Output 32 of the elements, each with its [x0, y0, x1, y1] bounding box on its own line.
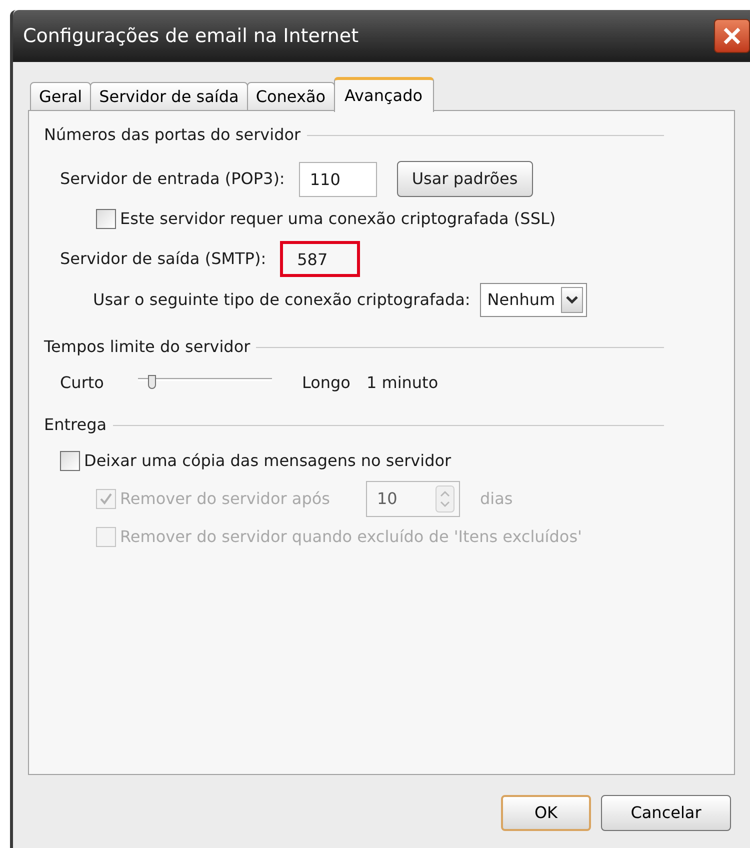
checkbox[interactable] — [96, 209, 116, 229]
port-input[interactable]: 110 — [298, 162, 377, 196]
dialog-button[interactable]: OK — [501, 795, 591, 831]
spinner-arrows-icon — [435, 485, 455, 513]
defaults-button[interactable]: Usar padrões — [396, 161, 533, 197]
close-button[interactable] — [714, 19, 750, 53]
tab[interactable]: Conexão — [246, 82, 335, 111]
tab[interactable]: Avançado — [334, 77, 434, 112]
section-heading: Tempos limite do servidor — [44, 336, 250, 358]
checkbox-label: Este servidor requer uma conexão criptografada (SSL) — [120, 208, 556, 230]
checkbox-label: Deixar uma cópia das mensagens no servidor — [84, 450, 452, 472]
slider-max-label: Longo — [302, 372, 350, 394]
slider-min-label: Curto — [60, 372, 104, 394]
port-input[interactable]: 587 — [280, 241, 360, 277]
unit-label: dias — [480, 488, 513, 510]
field-label: Usar o seguinte tipo de conexão criptografada: — [93, 289, 470, 311]
dialog-button[interactable]: Cancelar — [601, 795, 731, 831]
check-icon — [99, 492, 113, 506]
window-title: Configurações de email na Internet — [23, 24, 359, 49]
tab[interactable]: Geral — [30, 82, 92, 111]
timeout-slider[interactable] — [138, 375, 272, 391]
checkbox-label: Remover do servidor após — [120, 488, 330, 510]
field-label: Servidor de saída (SMTP): — [60, 248, 266, 270]
encryption-dropdown[interactable]: Nenhum — [480, 283, 588, 317]
checkbox[interactable] — [60, 451, 80, 471]
section-heading: Números das portas do servidor — [44, 124, 301, 146]
tab[interactable]: Servidor de saída — [90, 82, 248, 111]
close-icon — [722, 26, 742, 46]
timeout-value: 1 minuto — [366, 372, 438, 394]
checkbox-label: Remover do servidor quando excluído de 'Itens excluídos' — [120, 526, 582, 548]
section-heading: Entrega — [44, 414, 107, 436]
field-label: Servidor de entrada (POP3): — [60, 168, 285, 190]
